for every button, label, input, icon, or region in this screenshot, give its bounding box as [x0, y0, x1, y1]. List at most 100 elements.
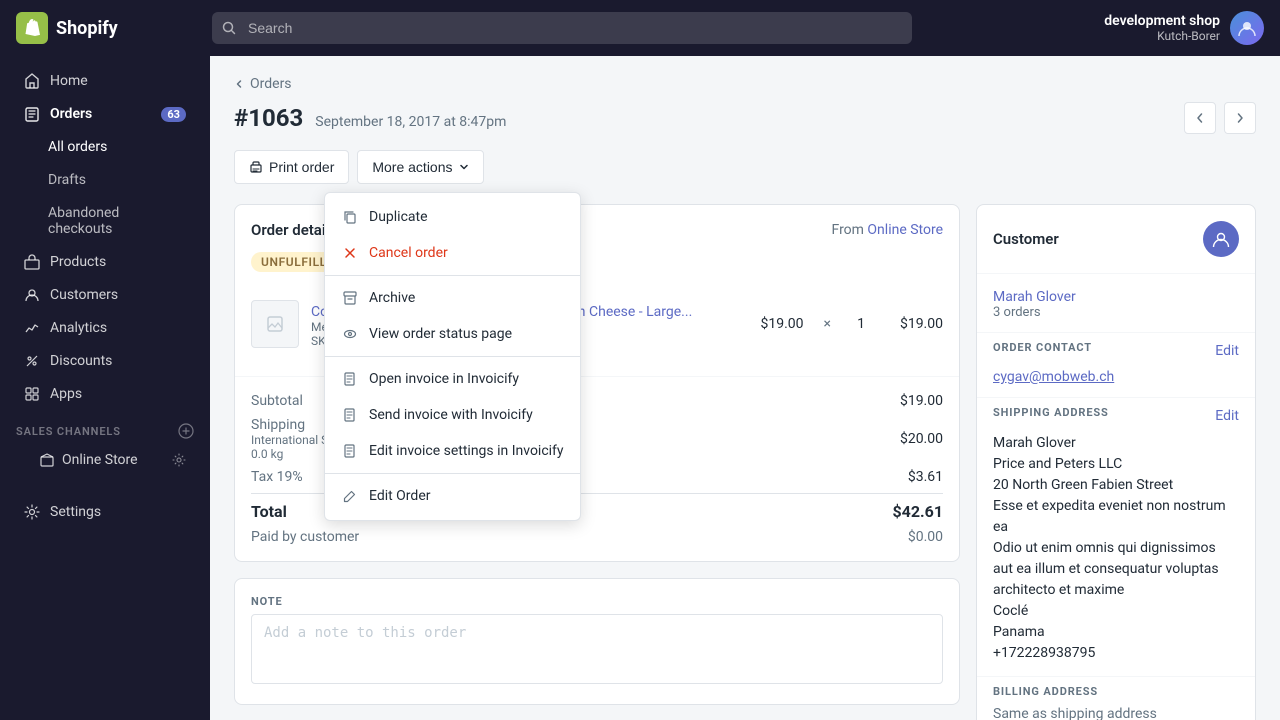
edit-contact-link[interactable]: Edit: [1215, 343, 1239, 359]
dropdown-item-archive[interactable]: Archive: [325, 280, 580, 316]
sidebar-item-online-store[interactable]: Online Store: [8, 444, 202, 476]
dropdown-item-send-invoice[interactable]: Send invoice with Invoicify: [325, 397, 580, 433]
apps-icon: [24, 386, 40, 402]
eye-icon: [341, 325, 359, 343]
sales-channels-label: SALES CHANNELS: [0, 411, 210, 443]
more-actions-dropdown: Duplicate Cancel order Archive: [324, 192, 581, 521]
order-date: September 18, 2017 at 8:47pm: [315, 114, 506, 130]
sidebar-item-settings[interactable]: Settings: [8, 496, 202, 528]
print-icon: [249, 160, 263, 174]
settings-gear-icon[interactable]: [172, 453, 186, 467]
arrow-left-icon: [1194, 112, 1206, 124]
sidebar-item-all-orders[interactable]: All orders: [8, 131, 202, 163]
shipping-address-text: Marah Glover Price and Peters LLC 20 Nor…: [993, 433, 1239, 664]
customer-info: Marah Glover 3 orders: [977, 274, 1255, 332]
view-status-label: View order status page: [369, 326, 512, 342]
invoice-icon-4: [341, 487, 359, 505]
item-thumbnail: [251, 300, 299, 348]
dropdown-item-cancel[interactable]: Cancel order: [325, 235, 580, 271]
breadcrumb[interactable]: Orders: [234, 76, 1256, 92]
customer-avatar: [1203, 221, 1239, 257]
more-actions-button[interactable]: More actions: [357, 150, 483, 184]
invoice-icon-2: [341, 406, 359, 424]
search-container: [212, 12, 912, 44]
tax-value: $3.61: [908, 469, 943, 485]
dropdown-item-open-invoice[interactable]: Open invoice in Invoicify: [325, 361, 580, 397]
online-store-icon: [40, 453, 54, 467]
customers-icon: [24, 287, 40, 303]
shopify-icon: [16, 12, 48, 44]
divider-1: [325, 275, 580, 276]
user-avatar[interactable]: [1230, 11, 1264, 45]
sidebar-item-home[interactable]: Home: [8, 65, 202, 97]
x-icon: [341, 244, 359, 262]
analytics-icon: [24, 320, 40, 336]
sidebar-item-analytics[interactable]: Analytics: [8, 312, 202, 344]
products-label: Products: [50, 254, 106, 270]
billing-address-label: BILLING ADDRESS: [993, 685, 1239, 698]
dropdown-item-edit-settings[interactable]: Edit invoice settings in Invoicify: [325, 433, 580, 469]
add-sales-channel-icon[interactable]: [178, 423, 194, 439]
online-store-link[interactable]: Online Store: [867, 222, 943, 238]
order-source: From Online Store: [832, 222, 943, 238]
settings-icon: [24, 504, 40, 520]
customer-card: Customer Marah Glover 3 orders ORDER CON…: [976, 204, 1256, 720]
open-invoice-label: Open invoice in Invoicify: [369, 371, 519, 387]
edit-shipping-link[interactable]: Edit: [1215, 408, 1239, 424]
next-order-button[interactable]: [1224, 102, 1256, 134]
sidebar-item-customers[interactable]: Customers: [8, 279, 202, 311]
discounts-label: Discounts: [50, 353, 112, 369]
apps-label: Apps: [50, 386, 82, 402]
prev-order-button[interactable]: [1184, 102, 1216, 134]
sidebar-item-discounts[interactable]: Discounts: [8, 345, 202, 377]
paid-row: Paid by customer $0.00: [251, 525, 943, 549]
arrow-right-icon: [1234, 112, 1246, 124]
subtotal-value: $19.00: [900, 393, 943, 409]
dropdown-item-view-status[interactable]: View order status page: [325, 316, 580, 352]
orders-icon: [24, 106, 40, 122]
side-column: Customer Marah Glover 3 orders ORDER CON…: [976, 204, 1256, 720]
abandoned-label: Abandoned checkouts: [48, 205, 186, 237]
customer-orders: 3 orders: [993, 305, 1239, 320]
order-number: #1063: [234, 104, 303, 132]
divider-2: [325, 356, 580, 357]
dropdown-item-edit-order[interactable]: Edit Order: [325, 478, 580, 514]
sidebar-item-drafts[interactable]: Drafts: [8, 164, 202, 196]
analytics-label: Analytics: [50, 320, 107, 336]
app-name: Shopify: [56, 18, 118, 39]
chevron-down-icon: [459, 162, 469, 172]
shipping-address-section: SHIPPING ADDRESS Edit Marah Glover Price…: [977, 397, 1255, 676]
dropdown-item-duplicate[interactable]: Duplicate: [325, 199, 580, 235]
discounts-icon: [24, 353, 40, 369]
search-input[interactable]: [212, 12, 912, 44]
customer-section-label: Customer: [993, 230, 1059, 248]
edit-settings-label: Edit invoice settings in Invoicify: [369, 443, 564, 459]
total-value: $42.61: [892, 502, 943, 521]
divider-3: [325, 473, 580, 474]
copy-icon: [341, 208, 359, 226]
print-order-button[interactable]: Print order: [234, 150, 349, 184]
sidebar-item-products[interactable]: Products: [8, 246, 202, 278]
settings-label: Settings: [50, 504, 101, 520]
customer-name[interactable]: Marah Glover: [993, 289, 1076, 305]
sidebar-item-abandoned[interactable]: Abandoned checkouts: [8, 197, 202, 245]
contact-email[interactable]: cygav@mobweb.ch: [993, 369, 1114, 385]
shipping-cost: $20.00: [900, 431, 943, 447]
sidebar-item-orders[interactable]: Orders 63: [8, 98, 202, 130]
online-store-label: Online Store: [62, 452, 138, 468]
user-menu: development shop Kutch-Borer: [1104, 11, 1264, 45]
invoice-icon-1: [341, 370, 359, 388]
send-invoice-label: Send invoice with Invoicify: [369, 407, 533, 423]
edit-order-label: Edit Order: [369, 488, 431, 504]
main-content: Orders #1063 September 18, 2017 at 8:47p…: [210, 0, 1280, 720]
customer-header: Customer: [977, 205, 1255, 274]
note-input[interactable]: [251, 614, 943, 684]
sidebar-orders-label: Orders: [50, 106, 92, 122]
shipping-address-label: SHIPPING ADDRESS: [993, 406, 1109, 419]
sidebar-item-apps[interactable]: Apps: [8, 378, 202, 410]
item-price: $19.00: [744, 316, 804, 332]
billing-address-section: BILLING ADDRESS Same as shipping address: [977, 676, 1255, 720]
item-quantity: 1: [851, 316, 871, 332]
item-line-total: $19.00: [883, 316, 943, 332]
note-label: Note: [251, 595, 943, 608]
